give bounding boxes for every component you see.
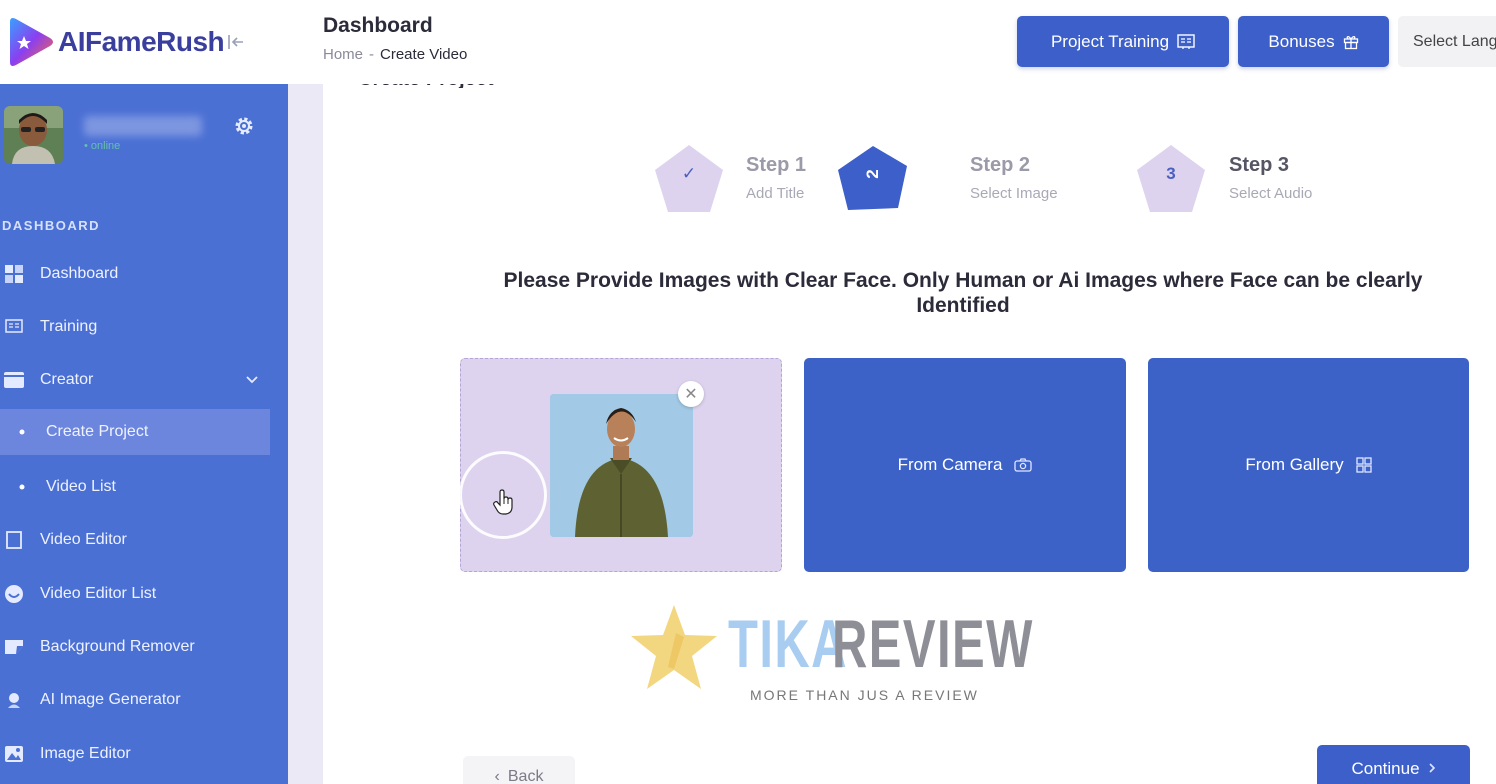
training-board-icon	[1177, 33, 1195, 49]
back-button[interactable]: ‹ Back	[463, 756, 575, 784]
project-training-button[interactable]: Project Training	[1017, 16, 1229, 67]
brand[interactable]: AIFameRush	[0, 0, 288, 84]
dot-icon	[12, 477, 32, 497]
user-status: • online	[84, 140, 121, 152]
breadcrumb-current: Create Video	[380, 46, 468, 63]
sidebar-item-label: Training	[40, 318, 98, 336]
back-arrow-icon: ‹	[494, 768, 500, 784]
creator-icon	[4, 370, 24, 390]
chevron-down-icon[interactable]	[244, 372, 260, 388]
training-icon	[4, 317, 24, 337]
watermark-word-2: REVIEW	[832, 606, 1034, 682]
page-title: Dashboard	[323, 14, 433, 37]
main-content: Create Project ✓ Step 1 Add Title 2 Step…	[323, 74, 1496, 784]
sidebar-item-creator[interactable]: Creator	[0, 354, 288, 407]
sidebar-item-video-editor-list[interactable]: Video Editor List	[0, 567, 288, 620]
dot-icon	[12, 422, 32, 442]
watermark: TIKA REVIEW MORE THAN JUS A REVIEW	[630, 597, 1032, 717]
from-camera-button[interactable]: From Camera	[804, 358, 1126, 572]
gear-icon[interactable]	[232, 114, 256, 138]
brand-logo-icon	[10, 18, 53, 66]
continue-label: Continue	[1351, 759, 1420, 778]
project-training-label: Project Training	[1050, 31, 1170, 51]
step-3-number: 3	[1166, 164, 1176, 183]
gallery-grid-icon	[1355, 457, 1372, 473]
sidebar-item-ai-image-generator[interactable]: AI Image Generator	[0, 674, 288, 727]
brand-name: AIFameRush	[58, 26, 225, 57]
uploaded-image-tile[interactable]: ✕	[459, 358, 782, 572]
step-2-number: 2	[863, 169, 882, 179]
step-2-title: Step 2	[970, 154, 1031, 176]
step-1-subtitle: Add Title	[746, 185, 805, 202]
video-editor-icon	[4, 530, 24, 550]
step-3-subtitle: Select Audio	[1229, 185, 1313, 202]
sidebar-item-label: Dashboard	[40, 264, 119, 282]
user-panel: • online	[4, 106, 284, 166]
watermark-word-1: TIKA	[728, 606, 848, 682]
camera-icon	[1014, 458, 1033, 472]
page-heading: Dashboard Home - Create Video	[323, 14, 467, 63]
avatar[interactable]	[4, 106, 63, 164]
sidebar-section-label: DASHBOARD	[2, 218, 100, 233]
bonuses-label: Bonuses	[1268, 31, 1335, 51]
step-2-subtitle: Select Image	[970, 185, 1058, 202]
username-blurred	[84, 116, 202, 136]
avatar-photo	[4, 106, 63, 164]
continue-button[interactable]: Continue	[1317, 745, 1470, 784]
grid-icon	[4, 264, 24, 284]
bg-remover-icon	[4, 637, 24, 657]
sidebar-item-label: AI Image Generator	[40, 691, 181, 709]
top-header: AIFameRush Dashboard Home - Create Video…	[0, 0, 1496, 84]
breadcrumb-separator: -	[369, 46, 375, 63]
sidebar-item-label: Video Editor List	[40, 584, 157, 602]
sidebar-item-label: Create Project	[46, 423, 149, 441]
upload-instruction: Please Provide Images with Clear Face. O…	[503, 269, 1423, 317]
watermark-tagline: MORE THAN JUS A REVIEW	[750, 687, 979, 703]
step-3-title: Step 3	[1229, 154, 1290, 176]
sidebar-item-label: Video Editor	[40, 531, 127, 549]
language-select[interactable]: Select Lang	[1398, 16, 1496, 67]
smile-icon	[4, 584, 24, 604]
breadcrumb: Home - Create Video	[323, 46, 467, 63]
sidebar-item-background-remover[interactable]: Background Remover	[0, 620, 288, 673]
sidebar-collapse-icon[interactable]	[226, 32, 246, 52]
remove-image-button[interactable]: ✕	[678, 381, 704, 407]
gift-icon	[1343, 35, 1358, 49]
hand-cursor-icon	[493, 489, 513, 515]
sidebar-item-label: Image Editor	[40, 744, 131, 762]
from-gallery-button[interactable]: From Gallery	[1148, 358, 1469, 572]
back-label: Back	[507, 768, 544, 784]
breadcrumb-home[interactable]: Home	[323, 46, 363, 63]
from-gallery-label: From Gallery	[1245, 455, 1344, 474]
check-icon: ✓	[681, 164, 697, 183]
uploaded-photo	[550, 394, 693, 537]
sidebar-nav: Dashboard Training Creator Create Projec…	[0, 247, 288, 781]
bonuses-button[interactable]: Bonuses	[1238, 16, 1389, 67]
sidebar-item-create-project[interactable]: Create Project	[0, 409, 270, 456]
step-1-title: Step 1	[746, 154, 807, 176]
ai-image-icon	[4, 690, 24, 710]
image-editor-icon	[4, 744, 24, 764]
sidebar-item-video-editor[interactable]: Video Editor	[0, 514, 288, 567]
content-gutter	[288, 84, 323, 784]
sidebar: • online DASHBOARD Dashboard Training Cr…	[0, 84, 288, 784]
sidebar-item-video-list[interactable]: Video List	[0, 460, 288, 513]
sidebar-item-dashboard[interactable]: Dashboard	[0, 247, 288, 300]
sidebar-item-label: Background Remover	[40, 638, 195, 656]
from-camera-label: From Camera	[897, 455, 1003, 474]
sidebar-item-label: Creator	[40, 371, 94, 389]
sidebar-item-image-editor[interactable]: Image Editor	[0, 727, 288, 780]
sidebar-item-training[interactable]: Training	[0, 300, 288, 353]
stepper: ✓ Step 1 Add Title 2 Step 2 Select Image…	[323, 142, 1496, 232]
star-icon	[631, 605, 717, 689]
sidebar-item-label: Video List	[46, 477, 116, 495]
chevron-right-icon	[1428, 763, 1435, 773]
